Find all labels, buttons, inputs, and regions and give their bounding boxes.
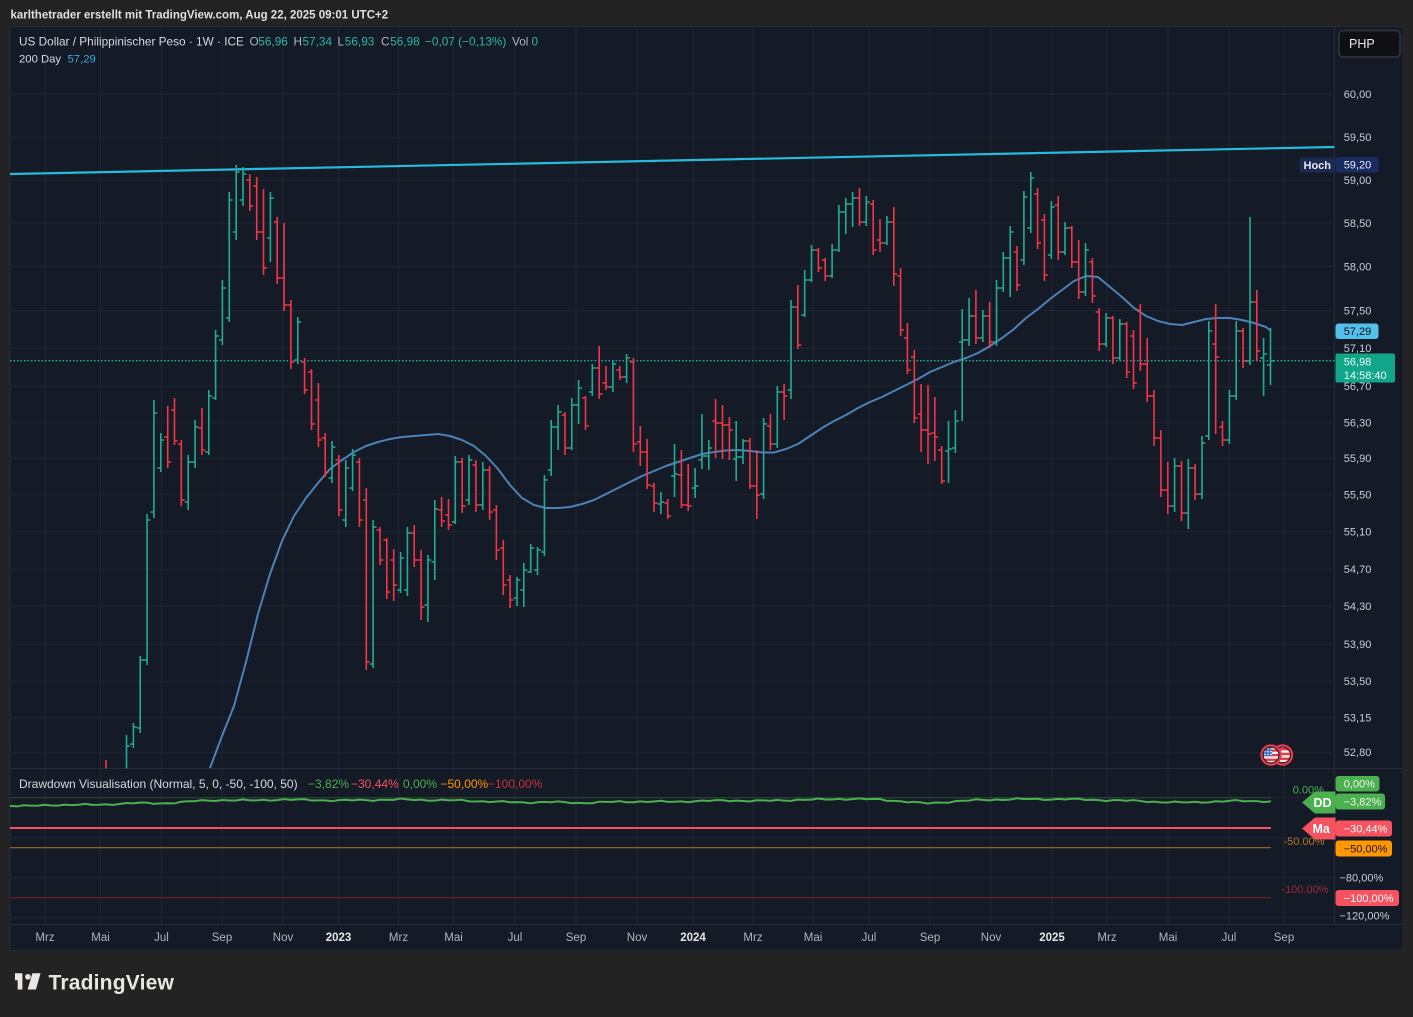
- svg-text:53,50: 53,50: [1344, 676, 1372, 688]
- svg-text:−80,00%: −80,00%: [1340, 873, 1384, 885]
- svg-text:US Dollar / Philippinischer Pe: US Dollar / Philippinischer Peso · 1W · …: [19, 35, 244, 49]
- svg-text:59,20: 59,20: [1344, 160, 1372, 172]
- svg-text:57,29: 57,29: [68, 54, 96, 66]
- svg-text:56,98: 56,98: [1344, 356, 1372, 368]
- svg-text:Nov: Nov: [627, 932, 648, 944]
- svg-text:56,98: 56,98: [390, 35, 420, 49]
- svg-text:53,90: 53,90: [1344, 639, 1372, 651]
- svg-text:2023: 2023: [326, 932, 352, 944]
- svg-text:-100.00%: -100.00%: [1281, 884, 1328, 896]
- svg-text:Jul: Jul: [1222, 932, 1237, 944]
- svg-text:56,30: 56,30: [1344, 417, 1372, 429]
- svg-text:TradingView: TradingView: [49, 972, 175, 995]
- svg-text:Sep: Sep: [566, 932, 586, 944]
- svg-text:Mrz: Mrz: [389, 932, 408, 944]
- svg-text:Mai: Mai: [1159, 932, 1178, 944]
- svg-text:C: C: [381, 35, 390, 49]
- svg-text:56,70: 56,70: [1344, 381, 1372, 393]
- svg-text:55,10: 55,10: [1344, 526, 1372, 538]
- svg-text:Sep: Sep: [1274, 932, 1294, 944]
- svg-text:Jul: Jul: [154, 932, 169, 944]
- svg-text:53,15: 53,15: [1344, 713, 1372, 725]
- svg-text:−30,44%: −30,44%: [1344, 823, 1388, 835]
- svg-text:Sep: Sep: [920, 932, 940, 944]
- svg-text:55,50: 55,50: [1344, 490, 1372, 502]
- svg-text:−30,44%: −30,44%: [351, 777, 399, 791]
- svg-text:Mrz: Mrz: [743, 932, 762, 944]
- svg-text:−50,00%: −50,00%: [441, 777, 489, 791]
- svg-text:54,30: 54,30: [1344, 601, 1372, 613]
- svg-text:55,90: 55,90: [1344, 453, 1372, 465]
- svg-text:57,10: 57,10: [1344, 343, 1372, 355]
- svg-text:Sep: Sep: [212, 932, 232, 944]
- svg-text:L: L: [338, 35, 345, 49]
- svg-text:56,93: 56,93: [345, 35, 375, 49]
- svg-text:Nov: Nov: [273, 932, 294, 944]
- svg-text:Drawdown Visualisation (Normal: Drawdown Visualisation (Normal, 5, 0, -5…: [19, 777, 298, 791]
- svg-text:Mai: Mai: [444, 932, 463, 944]
- svg-text:57,34: 57,34: [303, 35, 333, 49]
- svg-text:DD: DD: [1314, 796, 1332, 810]
- svg-text:O: O: [250, 35, 259, 49]
- svg-text:59,50: 59,50: [1344, 132, 1372, 144]
- svg-text:0,00%: 0,00%: [403, 777, 437, 791]
- svg-text:2025: 2025: [1039, 932, 1065, 944]
- svg-text:56,96: 56,96: [258, 35, 288, 49]
- svg-text:−0,07 (−0,13%): −0,07 (−0,13%): [425, 35, 506, 49]
- svg-text:54,70: 54,70: [1344, 564, 1372, 576]
- svg-text:0,00%: 0,00%: [1344, 779, 1375, 791]
- svg-text:58,00: 58,00: [1344, 262, 1372, 274]
- svg-text:57,50: 57,50: [1344, 305, 1372, 317]
- svg-text:Mai: Mai: [804, 932, 823, 944]
- svg-text:PHP: PHP: [1349, 37, 1375, 51]
- svg-text:−100,00%: −100,00%: [488, 777, 543, 791]
- svg-text:Mai: Mai: [91, 932, 110, 944]
- svg-text:58,50: 58,50: [1344, 218, 1372, 230]
- svg-text:60,00: 60,00: [1344, 89, 1372, 101]
- svg-text:H: H: [294, 35, 303, 49]
- svg-text:Jul: Jul: [862, 932, 877, 944]
- svg-text:Mrz: Mrz: [1097, 932, 1116, 944]
- svg-text:−3,82%: −3,82%: [1344, 796, 1382, 808]
- svg-text:Jul: Jul: [508, 932, 523, 944]
- svg-text:Mrz: Mrz: [35, 932, 54, 944]
- svg-text:−50,00%: −50,00%: [1344, 843, 1388, 855]
- svg-text:−3,82%: −3,82%: [308, 777, 349, 791]
- svg-text:0: 0: [532, 35, 539, 49]
- svg-text:−120,00%: −120,00%: [1340, 910, 1390, 922]
- svg-text:Nov: Nov: [981, 932, 1002, 944]
- svg-text:Hoch: Hoch: [1304, 160, 1332, 172]
- svg-text:Vol: Vol: [512, 35, 528, 49]
- svg-text:Ma: Ma: [1313, 822, 1331, 836]
- svg-text:karlthetrader erstellt mit Tra: karlthetrader erstellt mit TradingView.c…: [11, 10, 389, 22]
- svg-text:52,80: 52,80: [1344, 747, 1372, 759]
- svg-text:2024: 2024: [680, 932, 706, 944]
- svg-text:14:58:40: 14:58:40: [1344, 370, 1387, 382]
- svg-text:57,29: 57,29: [1344, 326, 1372, 338]
- svg-text:59,00: 59,00: [1344, 175, 1372, 187]
- svg-text:200 Day: 200 Day: [19, 54, 61, 66]
- svg-text:−100,00%: −100,00%: [1344, 893, 1394, 905]
